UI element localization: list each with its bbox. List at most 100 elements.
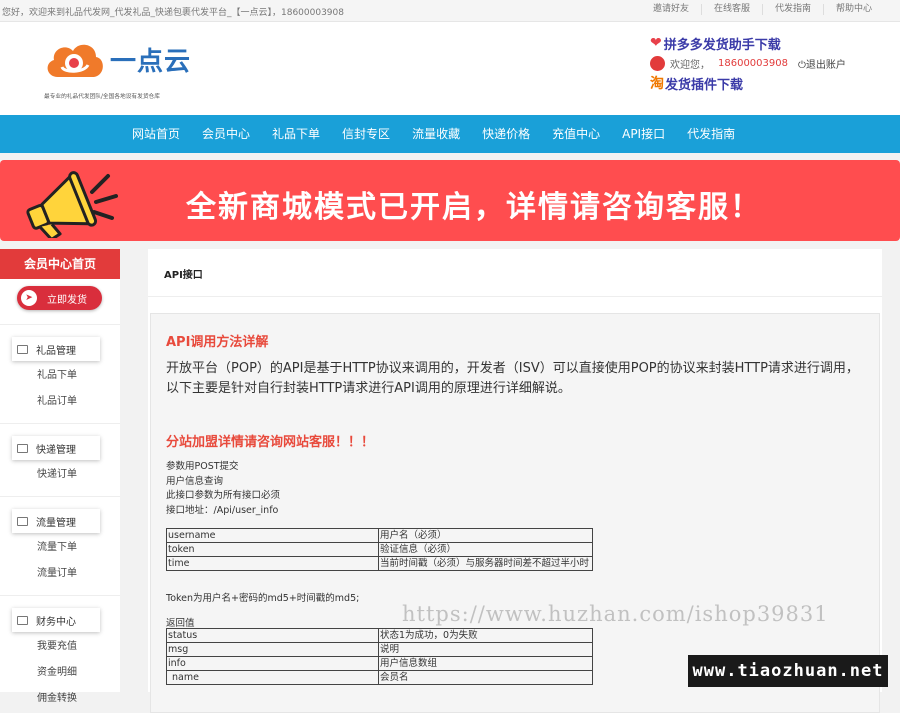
taobao-icon: 淘 (650, 76, 664, 92)
param-desc: 当前时间戳（必须）与服务器时间差不超过半小时 (378, 556, 593, 571)
sidebar-item-traffic-order[interactable]: 流量下单 (0, 535, 120, 561)
huzhan-watermark: https://www.huzhan.com/ishop39831 (402, 602, 829, 626)
table-row: time 当前时间戳（必须）与服务器时间差不超过半小时 (166, 556, 593, 571)
top-link-help[interactable]: 帮助中心 (822, 4, 884, 15)
api-doc-panel: API调用方法详解 开放平台（POP）的API是基于HTTP协议来调用的，开发者… (150, 313, 880, 713)
ship-now-label: 立即发货 (47, 294, 87, 306)
table-row: msg 说明 (166, 642, 593, 657)
user-phone[interactable]: 18600003908 (718, 58, 788, 69)
sidebar-title-label: 流量管理 (36, 517, 76, 529)
welcome-label: 欢迎您， (670, 59, 710, 71)
sidebar-group-finance: 财务中心 我要充值 资金明细 佣金转换 (0, 595, 120, 712)
top-link-invite[interactable]: 邀请好友 (641, 4, 701, 15)
send-icon: ➤ (21, 290, 37, 306)
top-links: 邀请好友 在线客服 代发指南 帮助中心 (641, 4, 884, 15)
param-key: time (166, 556, 379, 571)
avatar (650, 55, 665, 71)
sidebar-title-traffic[interactable]: 流量管理 (12, 509, 100, 533)
return-key: name (166, 670, 379, 685)
page-title: API接口 (148, 249, 882, 297)
pdd-download-label: 拼多多发货助手下载 (663, 37, 781, 53)
sidebar-item-gift-orders[interactable]: 礼品订单 (0, 389, 120, 415)
returns-table: status 状态1为成功，0为失败 msg 说明 info 用户信息数组 name 会… (166, 628, 593, 685)
sidebar-item-gift-order[interactable]: 礼品下单 (0, 363, 120, 389)
heart-icon: ❤ (650, 35, 662, 51)
book-icon (17, 615, 28, 625)
sidebar-item-recharge[interactable]: 我要充值 (0, 634, 120, 660)
table-row: name 会员名 (166, 670, 593, 685)
doc-heading: API调用方法详解 (166, 335, 269, 350)
tao-plugin-link[interactable]: 淘 发货插件下载 (650, 74, 890, 93)
logout-label: 退出账户 (805, 59, 846, 71)
return-label: 返回值 (166, 618, 195, 629)
sidebar-title-express[interactable]: 快递管理 (12, 436, 100, 460)
logo[interactable]: 一点云 最专业的礼品代发团队/全国各地设有发货仓库 (44, 37, 214, 107)
table-row: info 用户信息数组 (166, 656, 593, 671)
nav-member-center[interactable]: 会员中心 (191, 115, 261, 153)
welcome-text: 您好，欢迎来到礼品代发网_代发礼品_快递包裹代发平台_【一点云】，1860000… (2, 8, 344, 18)
pdd-download-link[interactable]: ❤ 拼多多发货助手下载 (650, 34, 890, 53)
param-key: token (166, 542, 379, 557)
sidebar-head[interactable]: 会员中心首页 (0, 249, 120, 279)
nav-home[interactable]: 网站首页 (121, 115, 191, 153)
doc-line: 用户信息查询 (166, 475, 224, 487)
header-user-area: ❤ 拼多多发货助手下载 欢迎您， 18600003908 ⏻退出账户 淘 发货插… (650, 34, 890, 93)
param-desc: 用户名（必须） (378, 528, 593, 543)
doc-line: 此接口参数为所有接口必须 (166, 490, 281, 501)
return-desc: 会员名 (378, 670, 593, 685)
cloud-logo-icon (47, 44, 103, 77)
top-link-guide[interactable]: 代发指南 (761, 4, 823, 15)
mail-icon (17, 344, 28, 354)
sidebar-item-traffic-orders[interactable]: 流量订单 (0, 561, 120, 587)
table-row: token 验证信息（必须） (166, 542, 593, 557)
doc-line: 接口地址：/Api/user_info (166, 504, 279, 516)
table-row: status 状态1为成功，0为失败 (166, 628, 593, 643)
sidebar-item-commission[interactable]: 佣金转换 (0, 686, 120, 712)
sidebar-title-label: 快递管理 (36, 444, 76, 456)
nav-envelope[interactable]: 信封专区 (331, 115, 401, 153)
banner-text: 全新商城模式已开启，详情请咨询客服！ (186, 190, 762, 225)
return-desc: 状态1为成功，0为失败 (378, 628, 593, 643)
table-row: username 用户名（必须） (166, 528, 593, 543)
tiaozhuan-watermark: www.tiaozhuan.net (688, 655, 888, 687)
sidebar-title-gift[interactable]: 礼品管理 (12, 337, 100, 361)
nav-traffic[interactable]: 流量收藏 (401, 115, 471, 153)
user-info: 欢迎您， 18600003908 ⏻退出账户 (650, 52, 890, 74)
sidebar-group-gift: 礼品管理 礼品下单 礼品订单 (0, 324, 120, 415)
sidebar-group-traffic: 流量管理 流量下单 流量订单 (0, 496, 120, 587)
sidebar-item-fund-detail[interactable]: 资金明细 (0, 660, 120, 686)
doc-line: 参数用POST提交 (166, 461, 239, 472)
return-desc: 说明 (378, 642, 593, 657)
sidebar-title-finance[interactable]: 财务中心 (12, 608, 100, 632)
return-key: status (166, 628, 379, 643)
sidebar-group-express: 快递管理 快递订单 (0, 423, 120, 488)
tao-plugin-label: 发货插件下载 (665, 77, 744, 93)
sidebar-title-label: 礼品管理 (36, 345, 76, 357)
top-bar: 您好，欢迎来到礼品代发网_代发礼品_快递包裹代发平台_【一点云】，1860000… (0, 0, 900, 22)
nav-express-price[interactable]: 快递价格 (471, 115, 541, 153)
promo-banner[interactable]: 全新商城模式已开启，详情请咨询客服！ (0, 160, 900, 241)
param-key: username (166, 528, 379, 543)
ship-now-button[interactable]: ➤ 立即发货 (17, 286, 102, 310)
mail-icon (17, 516, 28, 526)
header: 一点云 最专业的礼品代发团队/全国各地设有发货仓库 ❤ 拼多多发货助手下载 欢迎… (0, 22, 900, 115)
params-table: username 用户名（必须） token 验证信息（必须） time 当前时间戳（… (166, 528, 593, 571)
return-desc: 用户信息数组 (378, 656, 593, 671)
logout-link[interactable]: ⏻退出账户 (798, 56, 846, 71)
top-link-service[interactable]: 在线客服 (700, 4, 762, 15)
token-note: Token为用户名+密码的md5+时间戳的md5; (166, 593, 360, 604)
megaphone-icon (26, 171, 118, 238)
mail-icon (17, 443, 28, 453)
sidebar-title-label: 财务中心 (36, 616, 76, 628)
api-description: 参数用POST提交 用户信息查询 此接口参数为所有接口必须 接口地址：/Api/… (166, 460, 280, 518)
sidebar-item-express-orders[interactable]: 快递订单 (0, 462, 120, 488)
power-icon: ⏻ (798, 59, 806, 71)
nav-guide[interactable]: 代发指南 (676, 115, 746, 153)
franchise-notice: 分站加盟详情请咨询网站客服！！！ (166, 435, 375, 450)
main-nav: 网站首页 会员中心 礼品下单 信封专区 流量收藏 快递价格 充值中心 API接口… (0, 115, 900, 153)
nav-gift-order[interactable]: 礼品下单 (261, 115, 331, 153)
brand-slogan: 最专业的礼品代发团队/全国各地设有发货仓库 (44, 93, 160, 100)
doc-intro: 开放平台（POP）的API是基于HTTP协议来调用的，开发者（ISV）可以直接使… (166, 361, 859, 396)
nav-recharge[interactable]: 充值中心 (541, 115, 611, 153)
nav-api[interactable]: API接口 (611, 115, 676, 153)
